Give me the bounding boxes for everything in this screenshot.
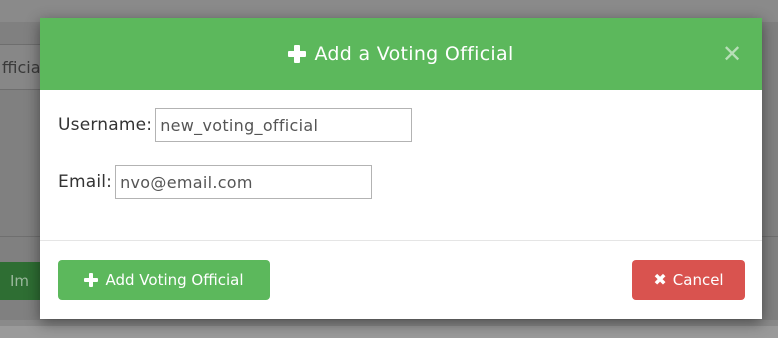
username-input[interactable] (155, 108, 413, 142)
modal-title: Add a Voting Official (40, 18, 762, 90)
modal-body: Username: Email: (40, 90, 762, 240)
modal-title-text: Add a Voting Official (314, 43, 514, 65)
cancel-button[interactable]: ✖ Cancel (632, 260, 745, 300)
username-row: Username: (58, 108, 413, 142)
add-button-label: Add Voting Official (105, 271, 244, 289)
email-label: Email: (58, 172, 113, 192)
cancel-button-label: Cancel (672, 271, 724, 289)
modal-header: Add a Voting Official ✕ (40, 18, 762, 90)
times-icon: ✖ (653, 270, 667, 289)
background-footer (0, 326, 778, 338)
modal-footer-divider (40, 240, 762, 241)
plus-icon (288, 45, 307, 63)
username-label: Username: (58, 115, 153, 135)
email-input[interactable] (115, 165, 373, 199)
add-voting-official-button[interactable]: Add Voting Official (58, 260, 270, 300)
add-voting-official-modal: Add a Voting Official ✕ Username: Email:… (40, 18, 762, 319)
plus-icon (84, 273, 99, 287)
email-row: Email: (58, 165, 373, 199)
close-icon[interactable]: ✕ (722, 42, 742, 66)
